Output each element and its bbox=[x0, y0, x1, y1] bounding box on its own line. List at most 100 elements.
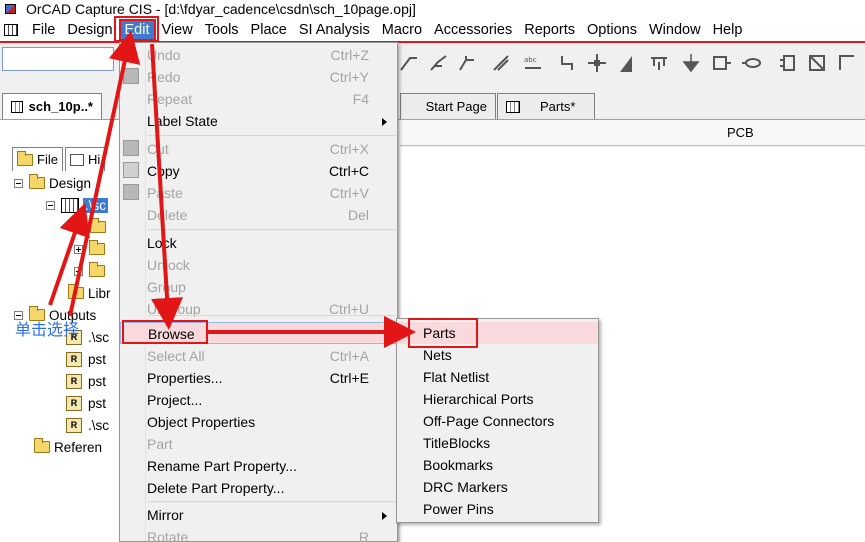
menu-design[interactable]: Design bbox=[61, 19, 118, 41]
junction-tool-icon[interactable] bbox=[456, 52, 478, 74]
schematic-folder-icon bbox=[90, 218, 106, 233]
bus-tool-icon[interactable] bbox=[428, 52, 450, 74]
hier-pin-tool-icon[interactable] bbox=[710, 52, 732, 74]
tree-item-referenced-projects[interactable]: Referen bbox=[22, 437, 102, 457]
copy-icon bbox=[123, 162, 139, 178]
menu-item-rename-part-property[interactable]: Rename Part Property... bbox=[120, 455, 397, 477]
tree-item-output-file[interactable]: R pst bbox=[66, 349, 106, 369]
menu-accessories[interactable]: Accessories bbox=[428, 19, 518, 41]
tree-item-design-file[interactable]: .\sc bbox=[46, 195, 109, 215]
tree-item-output-file[interactable]: R pst bbox=[66, 393, 106, 413]
menu-place[interactable]: Place bbox=[245, 19, 293, 41]
tree-item-output-file[interactable]: R .\sc bbox=[66, 415, 109, 435]
collapse-icon[interactable] bbox=[46, 200, 55, 210]
menu-item-properties[interactable]: Properties... Ctrl+E bbox=[120, 367, 397, 389]
menu-item-redo[interactable]: Redo Ctrl+Y bbox=[120, 66, 397, 88]
menu-item-paste[interactable]: Paste Ctrl+V bbox=[120, 182, 397, 204]
menu-item-project[interactable]: Project... bbox=[120, 389, 397, 411]
polyline-tool-icon[interactable] bbox=[836, 52, 858, 74]
menu-item-delete[interactable]: Delete Del bbox=[120, 204, 397, 226]
menu-item-mirror[interactable]: Mirror bbox=[120, 504, 397, 526]
schematic-icon bbox=[11, 100, 23, 113]
menu-item-copy[interactable]: Copy Ctrl+C bbox=[120, 160, 397, 182]
submenu-item-hierarchical-ports[interactable]: Hierarchical Ports bbox=[397, 388, 598, 410]
menu-item-object-properties[interactable]: Object Properties bbox=[120, 411, 397, 433]
tab-start-page[interactable]: Start Page bbox=[400, 93, 496, 119]
menu-si-analysis[interactable]: SI Analysis bbox=[293, 19, 376, 41]
menu-item-cut[interactable]: Cut Ctrl+X bbox=[120, 138, 397, 160]
power-tool-icon[interactable] bbox=[556, 52, 578, 74]
annotation-click-select: 单击选择 bbox=[15, 322, 80, 339]
text-tool-icon[interactable] bbox=[778, 52, 800, 74]
expand-icon[interactable] bbox=[74, 266, 83, 276]
tree-item-folder[interactable] bbox=[74, 239, 109, 259]
tree-item-folder[interactable] bbox=[74, 261, 109, 281]
folder-icon bbox=[17, 150, 33, 166]
menu-item-ungroup[interactable]: Ungroup Ctrl+U bbox=[120, 298, 397, 320]
hier-port-tool-icon[interactable] bbox=[680, 52, 702, 74]
menu-help[interactable]: Help bbox=[707, 19, 749, 41]
no-connect-tool-icon[interactable] bbox=[616, 52, 638, 74]
folder-icon bbox=[89, 240, 105, 255]
ground-tool-icon[interactable] bbox=[586, 52, 608, 74]
menu-reports[interactable]: Reports bbox=[518, 19, 581, 41]
menu-item-delete-part-property[interactable]: Delete Part Property... bbox=[120, 477, 397, 499]
tree-label: .\sc bbox=[88, 329, 110, 345]
submenu-item-off-page-connectors[interactable]: Off-Page Connectors bbox=[397, 410, 598, 432]
edit-menu-dropdown: Undo Ctrl+Z Redo Ctrl+Y Repeat F4 Label … bbox=[119, 42, 398, 542]
tab-file-label: File bbox=[37, 152, 58, 167]
tree-item-design-resources[interactable]: Design bbox=[14, 173, 91, 193]
bus-entry-tool-icon[interactable] bbox=[490, 52, 512, 74]
menu-item-undo[interactable]: Undo Ctrl+Z bbox=[120, 44, 397, 66]
folder-icon bbox=[68, 284, 84, 299]
tab-parts[interactable]: Parts* bbox=[497, 93, 595, 119]
tree-label: pst bbox=[88, 351, 107, 367]
folder-icon bbox=[89, 262, 105, 277]
tree-item-library[interactable]: Libr bbox=[68, 283, 111, 303]
menu-item-unlock[interactable]: Unlock bbox=[120, 254, 397, 276]
menu-item-repeat[interactable]: Repeat F4 bbox=[120, 88, 397, 110]
menu-item-rotate[interactable]: Rotate R bbox=[120, 526, 397, 542]
net-alias-tool-icon[interactable]: abc bbox=[522, 52, 544, 74]
off-page-tool-icon[interactable] bbox=[740, 52, 762, 74]
menu-item-part[interactable]: Part bbox=[120, 433, 397, 455]
hier-block-tool-icon[interactable] bbox=[648, 52, 670, 74]
window-title: OrCAD Capture CIS - [d:\fdyar_cadence\cs… bbox=[26, 1, 416, 17]
tab-file-view[interactable]: File bbox=[12, 147, 63, 171]
submenu-item-flat-netlist[interactable]: Flat Netlist bbox=[397, 366, 598, 388]
menu-window[interactable]: Window bbox=[643, 19, 707, 41]
menu-separator bbox=[148, 501, 396, 502]
tab-hierarchy-view[interactable]: Hi bbox=[64, 147, 106, 171]
orcad-app-icon bbox=[4, 2, 18, 16]
line-tool-icon[interactable] bbox=[806, 52, 828, 74]
menu-item-label-state[interactable]: Label State bbox=[120, 110, 397, 132]
menu-view[interactable]: View bbox=[156, 19, 199, 41]
document-system-menu-icon[interactable] bbox=[2, 22, 22, 38]
pcb-column-header: PCB bbox=[400, 120, 865, 146]
folder-icon bbox=[34, 438, 50, 453]
submenu-item-titleblocks[interactable]: TitleBlocks bbox=[397, 432, 598, 454]
collapse-icon[interactable] bbox=[14, 178, 23, 188]
submenu-item-bookmarks[interactable]: Bookmarks bbox=[397, 454, 598, 476]
menu-item-lock[interactable]: Lock bbox=[120, 232, 397, 254]
wire-tool-icon[interactable] bbox=[398, 52, 420, 74]
tree-label: pst bbox=[88, 373, 107, 389]
design-file-icon bbox=[61, 197, 79, 213]
menu-tools[interactable]: Tools bbox=[199, 19, 245, 41]
submenu-item-drc-markers[interactable]: DRC Markers bbox=[397, 476, 598, 498]
submenu-item-power-pins[interactable]: Power Pins bbox=[397, 498, 598, 520]
paste-icon bbox=[123, 184, 139, 200]
folder-icon bbox=[29, 174, 45, 189]
menu-item-select-all[interactable]: Select All Ctrl+A bbox=[120, 345, 397, 367]
part-search-combobox[interactable] bbox=[2, 47, 114, 71]
menu-item-group[interactable]: Group bbox=[120, 276, 397, 298]
menu-file[interactable]: File bbox=[26, 19, 61, 41]
report-file-icon: R bbox=[66, 395, 82, 411]
tree-item-output-file[interactable]: R pst bbox=[66, 371, 106, 391]
menu-options[interactable]: Options bbox=[581, 19, 643, 41]
menu-macro[interactable]: Macro bbox=[376, 19, 428, 41]
tree-item-schematic-folder[interactable] bbox=[90, 217, 110, 237]
tab-schematic[interactable]: sch_10p..* bbox=[2, 93, 102, 119]
expand-icon[interactable] bbox=[74, 244, 83, 254]
parts-icon bbox=[506, 100, 520, 113]
